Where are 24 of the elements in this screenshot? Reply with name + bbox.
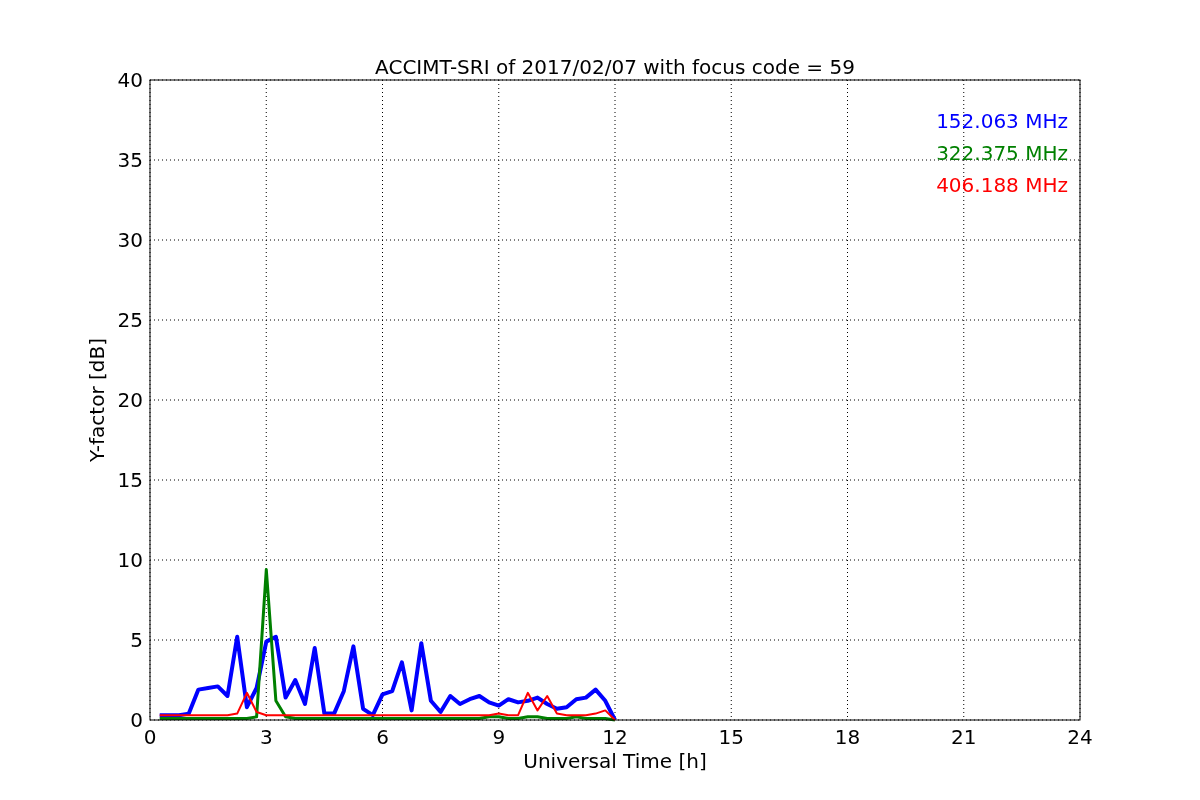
legend-label: 152.063 MHz bbox=[936, 109, 1068, 133]
x-tick-label: 9 bbox=[492, 725, 506, 749]
y-tick-label: 15 bbox=[117, 468, 143, 492]
x-tick-label: 24 bbox=[1067, 725, 1093, 749]
y-tick-label: 35 bbox=[117, 148, 143, 172]
x-tick-label: 6 bbox=[376, 725, 389, 749]
legend-label: 406.188 MHz bbox=[936, 173, 1068, 197]
y-tick-label: 0 bbox=[130, 708, 143, 732]
y-tick-label: 20 bbox=[117, 388, 143, 412]
y-axis-label: Y-factor [dB] bbox=[85, 338, 109, 462]
x-tick-label: 0 bbox=[143, 725, 157, 749]
x-axis-label: Universal Time [h] bbox=[523, 749, 707, 773]
x-tick-label: 15 bbox=[718, 725, 744, 749]
y-tick-label: 25 bbox=[117, 308, 143, 332]
y-tick-label: 5 bbox=[130, 628, 143, 652]
y-tick-label: 40 bbox=[117, 68, 143, 92]
legend-label: 322.375 MHz bbox=[936, 141, 1068, 165]
y-tick-label: 30 bbox=[117, 228, 143, 252]
x-tick-label: 18 bbox=[834, 725, 861, 749]
chart-title: ACCIMT-SRI of 2017/02/07 with focus code = 59 bbox=[375, 55, 855, 79]
x-tick-label: 21 bbox=[951, 725, 977, 749]
x-tick-label: 12 bbox=[602, 725, 628, 749]
x-tick-label: 3 bbox=[259, 725, 273, 749]
y-tick-label: 10 bbox=[117, 548, 143, 572]
